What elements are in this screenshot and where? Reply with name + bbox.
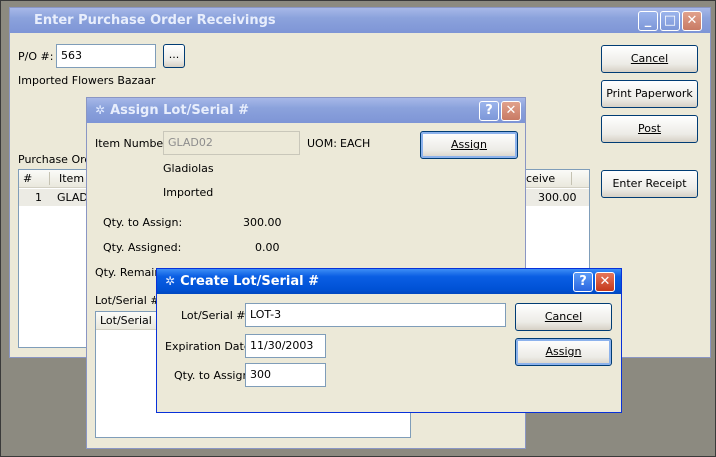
- create-close-button[interactable]: ✕: [595, 272, 615, 292]
- lot-icon: ✲: [165, 274, 176, 288]
- uom-label: UOM:: [307, 137, 337, 150]
- minimize-icon: _: [644, 13, 652, 28]
- col-header-num[interactable]: #: [23, 170, 32, 187]
- main-titlebar[interactable]: Enter Purchase Order Receivings _ □ ✕: [10, 8, 710, 33]
- create-lot-window: ✲ Create Lot/Serial # ? ✕ Lot/Serial #: L…: [156, 268, 622, 413]
- qty-to-assign-label: Qty. to Assign:: [174, 369, 254, 382]
- item-category: Imported: [163, 186, 214, 199]
- expiration-date-input[interactable]: 11/30/2003: [245, 334, 326, 358]
- qty-assigned-label: Qty. Assigned:: [103, 241, 182, 254]
- create-cancel-button[interactable]: Cancel: [515, 303, 612, 331]
- minimize-button[interactable]: _: [638, 11, 658, 31]
- assign-title: Assign Lot/Serial #: [110, 103, 250, 118]
- qty-to-assign-label: Qty. to Assign:: [103, 216, 183, 229]
- create-help-button[interactable]: ?: [573, 272, 593, 292]
- qty-to-assign-value: 300.00: [243, 216, 282, 229]
- assign-close-button[interactable]: ✕: [501, 101, 521, 121]
- lot-serial-label: Lot/Serial #:: [181, 309, 250, 322]
- help-icon: ?: [579, 274, 587, 289]
- row-num: 1: [35, 191, 42, 204]
- enter-receipt-button[interactable]: Enter Receipt: [601, 170, 698, 198]
- create-assign-button[interactable]: Assign: [515, 338, 612, 366]
- close-icon: ✕: [599, 274, 611, 289]
- maximize-icon: □: [663, 13, 677, 28]
- main-cancel-button[interactable]: Cancel: [601, 45, 698, 73]
- close-icon: ✕: [686, 13, 698, 28]
- item-number-label: Item Number:: [95, 137, 172, 150]
- lot-serial-input[interactable]: LOT-3: [245, 303, 506, 327]
- maximize-button[interactable]: □: [660, 11, 680, 31]
- create-title: Create Lot/Serial #: [180, 274, 320, 289]
- assign-titlebar[interactable]: ✲ Assign Lot/Serial # ? ✕: [87, 98, 525, 123]
- col-header-lot[interactable]: Lot/Serial #: [100, 312, 165, 329]
- assign-lot-button[interactable]: Assign: [420, 131, 518, 159]
- po-number-input[interactable]: 563: [56, 44, 156, 68]
- item-number-field: GLAD02: [163, 131, 300, 155]
- col-separator[interactable]: [49, 172, 50, 185]
- create-titlebar[interactable]: ✲ Create Lot/Serial # ? ✕: [157, 269, 621, 294]
- item-description: Gladiolas: [163, 162, 214, 175]
- assign-help-button[interactable]: ?: [479, 101, 499, 121]
- col-separator[interactable]: [571, 172, 572, 185]
- qty-to-assign-input[interactable]: 300: [245, 363, 326, 387]
- qty-assigned-value: 0.00: [255, 241, 280, 254]
- main-title: Enter Purchase Order Receivings: [34, 13, 276, 28]
- main-close-button[interactable]: ✕: [682, 11, 702, 31]
- print-paperwork-button[interactable]: Print Paperwork: [601, 80, 698, 108]
- lot-icon: ✲: [95, 103, 106, 117]
- row-item: GLAD: [57, 191, 88, 204]
- po-browse-button[interactable]: ...: [163, 44, 185, 68]
- uom-value: EACH: [340, 137, 371, 150]
- close-icon: ✕: [505, 103, 517, 118]
- post-button[interactable]: Post: [601, 115, 698, 143]
- col-header-receive[interactable]: ceive: [526, 170, 555, 187]
- expiration-date-label: Expiration Date:: [165, 340, 255, 353]
- help-icon: ?: [485, 103, 493, 118]
- row-receive: 300.00: [538, 191, 577, 204]
- vendor-name: Imported Flowers Bazaar: [18, 74, 156, 87]
- po-label: P/O #:: [18, 50, 54, 63]
